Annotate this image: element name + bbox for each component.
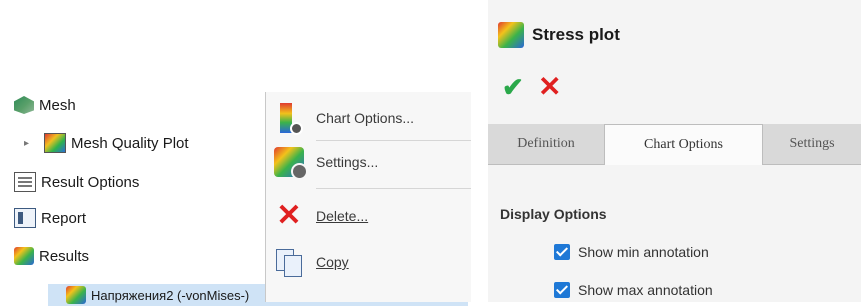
menu-separator (316, 140, 471, 141)
show-max-annotation-checkbox[interactable] (554, 282, 570, 298)
results-icon (14, 247, 34, 265)
tab-definition[interactable]: Definition (488, 124, 605, 164)
settings-icon (274, 147, 308, 180)
show-max-annotation-row[interactable]: Show max annotation (554, 282, 713, 298)
show-min-annotation-label: Show min annotation (578, 244, 709, 260)
tree-item-report-label: Report (41, 209, 87, 227)
tree-item-result-options[interactable]: Result Options (14, 170, 139, 194)
tree-item-mesh-label: Mesh (39, 96, 76, 114)
tab-bar: Definition Chart Options Settings (488, 124, 861, 165)
tree-item-results[interactable]: Results (14, 244, 89, 268)
context-menu: Chart Options... Settings... ✕ Delete...… (265, 92, 471, 302)
menu-item-delete[interactable]: ✕ Delete... (266, 196, 471, 236)
menu-separator (316, 188, 471, 189)
tree-item-stress-plot-label: Напряжения2 (-vonMises-) (91, 287, 250, 303)
panel-title: Stress plot (498, 22, 620, 48)
panel-title-text: Stress plot (532, 25, 620, 44)
mesh-quality-plot-icon (44, 133, 66, 153)
copy-icon (274, 247, 304, 277)
tree-item-mesh-quality-label: Mesh Quality Plot (71, 134, 189, 152)
menu-item-settings-label: Settings... (316, 154, 379, 170)
menu-item-chart-options[interactable]: Chart Options... (266, 98, 471, 138)
delete-icon: ✕ (276, 199, 302, 232)
menu-item-delete-label: Delete... (316, 208, 369, 224)
tab-settings[interactable]: Settings (763, 124, 861, 164)
menu-item-copy[interactable]: Copy (266, 242, 471, 282)
show-min-annotation-checkbox[interactable] (554, 244, 570, 260)
mesh-icon (14, 96, 34, 114)
tree-item-mesh-quality-plot[interactable]: ▸ Mesh Quality Plot (24, 131, 189, 155)
display-options-heading: Display Options (500, 206, 607, 222)
tab-settings-label: Settings (789, 136, 835, 151)
stress-plot-icon (498, 22, 524, 48)
report-icon (14, 208, 36, 228)
stress-plot-icon (66, 286, 86, 304)
show-max-annotation-label: Show max annotation (578, 282, 713, 298)
ok-checkmark-icon[interactable]: ✔ (502, 72, 524, 103)
tree-item-report[interactable]: Report (14, 206, 86, 230)
menu-item-copy-label: Copy (316, 254, 349, 270)
chart-options-icon (280, 103, 303, 135)
cancel-x-icon[interactable]: ✕ (538, 70, 561, 103)
property-manager: Stress plot ✔ ✕ Definition Chart Options… (488, 0, 861, 302)
menu-item-chart-options-label: Chart Options... (316, 110, 415, 126)
tab-definition-label: Definition (517, 136, 575, 151)
tab-chart-options-label: Chart Options (644, 137, 723, 152)
tree-item-result-options-label: Result Options (41, 173, 140, 191)
tree-item-results-label: Results (39, 247, 90, 265)
show-min-annotation-row[interactable]: Show min annotation (554, 244, 709, 260)
tab-chart-options[interactable]: Chart Options (605, 124, 763, 165)
tree-item-stress-plot[interactable]: Напряжения2 (-vonMises-) (66, 283, 249, 307)
menu-item-settings[interactable]: Settings... (266, 142, 471, 182)
result-options-icon (14, 172, 36, 192)
expand-arrow-icon[interactable]: ▸ (24, 138, 36, 149)
tree-item-mesh[interactable]: Mesh (14, 93, 76, 117)
